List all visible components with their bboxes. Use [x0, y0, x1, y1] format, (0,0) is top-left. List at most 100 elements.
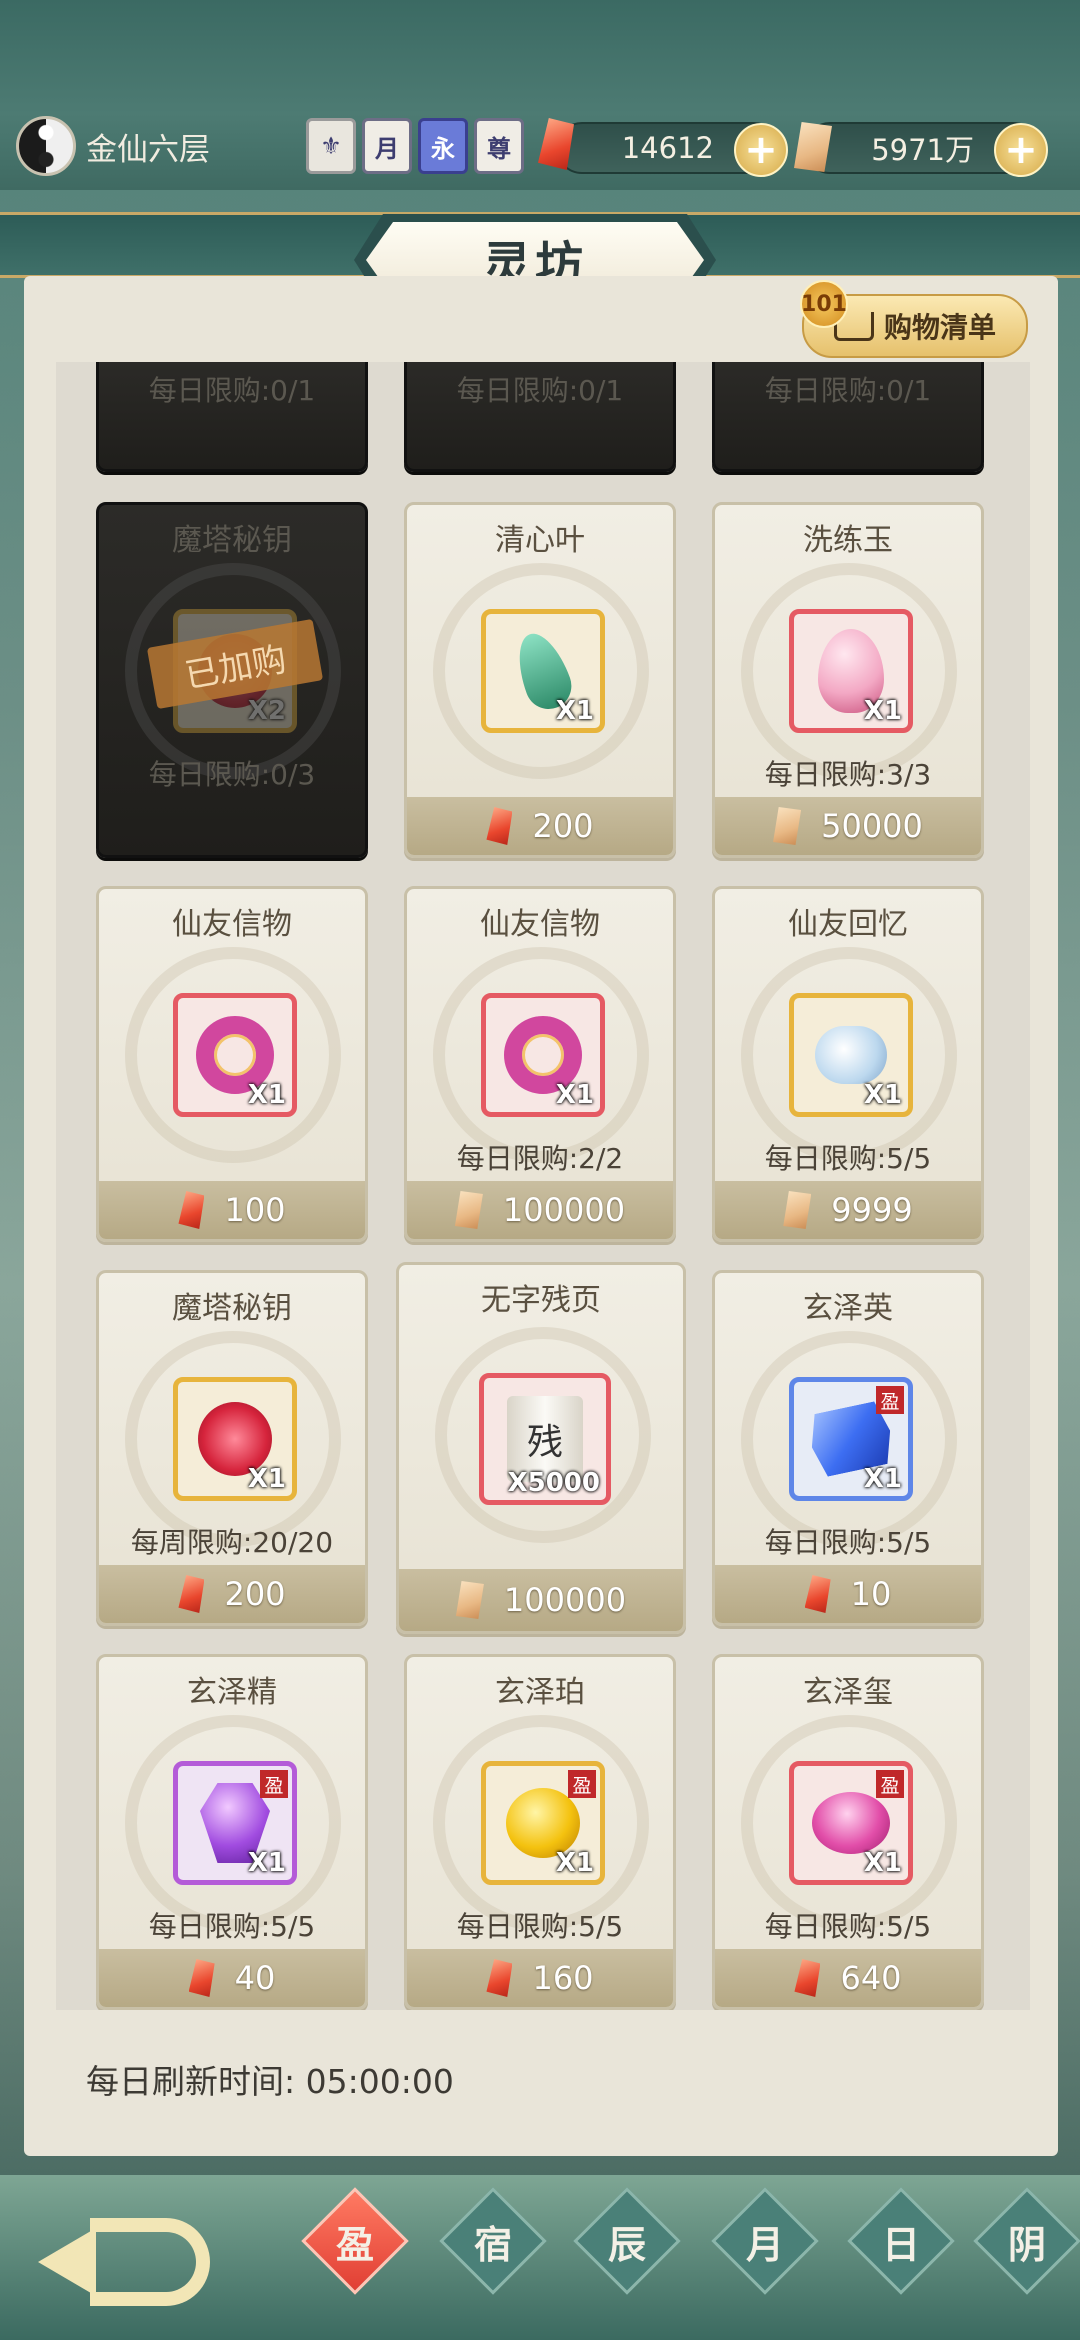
red-crystal-icon	[486, 807, 513, 845]
purchase-limit: 每日限购:0/1	[456, 374, 624, 407]
item-price: 100000	[503, 1581, 627, 1619]
title-badge-yue[interactable]: 月	[362, 118, 412, 174]
item-grid[interactable]: 每日限购:0/1 每日限购:0/1 每日限购:0/1 魔塔秘钥 X2 已加购 每…	[56, 362, 1030, 2010]
shop-card[interactable]: 洗练玉 X1 每日限购:3/3 50000	[712, 502, 984, 858]
shop-card[interactable]: 玄泽珀 盈 X1 每日限购:5/5 160	[404, 1654, 676, 2010]
shop-card[interactable]: 玄泽精 盈 X1 每日限购:5/5 40	[96, 1654, 368, 2010]
purchase-limit: 每日限购:0/1	[764, 374, 932, 407]
item-icon: 盈 X1	[481, 1761, 605, 1885]
title-badge-yong[interactable]: 永	[418, 118, 468, 174]
item-name: 玄泽珀	[495, 1675, 585, 1710]
purchase-limit: 每日限购:2/2	[456, 1142, 624, 1175]
item-quantity: X1	[863, 696, 902, 726]
item-price: 200	[532, 807, 594, 845]
item-name: 无字残页	[481, 1283, 601, 1318]
yin-yang-icon	[16, 116, 76, 176]
ying-tag: 盈	[876, 1386, 904, 1414]
tab-label: 辰	[607, 2221, 646, 2267]
price-bar[interactable]: 100	[99, 1181, 365, 1239]
price-bar[interactable]: 640	[715, 1949, 981, 2007]
item-icon: 盈 X1	[173, 1761, 297, 1885]
back-curve-icon	[90, 2218, 210, 2306]
shop-card-selected[interactable]: 无字残页 残 X5000 100000	[396, 1262, 686, 1634]
tab-chen[interactable]: 辰	[573, 2187, 681, 2295]
tab-ri[interactable]: 日	[847, 2187, 955, 2295]
scroll-paper-icon	[455, 1581, 484, 1619]
item-name: 魔塔秘钥	[172, 1291, 292, 1326]
red-crystal-value: 14612	[621, 131, 714, 165]
add-paper-currency-button[interactable]: +	[994, 123, 1048, 177]
item-icon: 盈 X1	[789, 1761, 913, 1885]
scroll-paper-icon	[773, 807, 802, 845]
item-quantity: X1	[555, 1848, 594, 1878]
purchase-limit: 每日限购:3/3	[764, 758, 932, 791]
price-bar[interactable]: 160	[407, 1949, 673, 2007]
back-button[interactable]	[38, 2198, 238, 2322]
item-icon: X1	[789, 609, 913, 733]
scroll-paper-icon	[783, 1191, 812, 1229]
paper-currency-value: 5971万	[871, 133, 974, 167]
red-crystal-icon	[794, 1959, 821, 1997]
purchase-limit: 每日限购:0/3	[148, 758, 316, 791]
purchase-limit: 每日限购:5/5	[764, 1910, 932, 1943]
tab-yue[interactable]: 月	[711, 2187, 819, 2295]
price-bar[interactable]: 9999	[715, 1181, 981, 1239]
shop-card-partial[interactable]: 每日限购:0/1	[712, 362, 984, 472]
shop-card[interactable]: 清心叶 X1 200	[404, 502, 676, 858]
red-crystal-icon	[178, 1575, 205, 1613]
back-arrow-icon	[38, 2228, 96, 2296]
purchase-limit: 每日限购:5/5	[764, 1142, 932, 1175]
tab-label: 阴	[1007, 2221, 1046, 2267]
item-quantity: X1	[863, 1848, 902, 1878]
price-bar[interactable]: 50000	[715, 797, 981, 855]
price-bar[interactable]: 200	[99, 1565, 365, 1623]
pink-gem-icon	[812, 1792, 890, 1854]
item-icon: X1	[789, 993, 913, 1117]
item-quantity: X1	[247, 1464, 286, 1494]
shop-card[interactable]: 仙友信物 X1 每日限购:2/2 100000	[404, 886, 676, 1242]
item-name: 玄泽玺	[803, 1675, 893, 1710]
shop-card[interactable]: 仙友回忆 X1 每日限购:5/5 9999	[712, 886, 984, 1242]
item-price: 100000	[502, 1191, 626, 1229]
item-icon: X1	[173, 1377, 297, 1501]
item-quantity: X1	[555, 696, 594, 726]
price-bar[interactable]: 200	[407, 797, 673, 855]
tab-xiu[interactable]: 宿	[439, 2187, 547, 2295]
item-name: 玄泽英	[803, 1291, 893, 1326]
tab-ying[interactable]: 盈	[301, 2187, 409, 2295]
shop-card[interactable]: 魔塔秘钥 X1 每周限购:20/20 200	[96, 1270, 368, 1626]
cart-count-badge: 101	[800, 280, 848, 328]
item-quantity: X1	[555, 1080, 594, 1110]
shop-card[interactable]: 玄泽玺 盈 X1 每日限购:5/5 640	[712, 1654, 984, 2010]
memory-cloud-icon	[815, 1026, 887, 1084]
item-price: 50000	[821, 807, 923, 845]
item-quantity: X1	[247, 1080, 286, 1110]
item-icon: 残 X5000	[479, 1373, 611, 1505]
item-icon: X1	[481, 993, 605, 1117]
price-bar[interactable]: 10	[715, 1565, 981, 1623]
price-bar[interactable]: 100000	[407, 1181, 673, 1239]
item-price: 100	[224, 1191, 286, 1229]
price-bar[interactable]: 40	[99, 1949, 365, 2007]
item-icon: X1	[481, 609, 605, 733]
shop-card[interactable]: 玄泽英 盈 X1 每日限购:5/5 10	[712, 1270, 984, 1626]
shop-card[interactable]: 仙友信物 X1 100	[96, 886, 368, 1242]
shop-card-partial[interactable]: 每日限购:0/1	[404, 362, 676, 472]
title-badge-emblem[interactable]: ⚜	[306, 118, 356, 174]
item-quantity: X1	[863, 1080, 902, 1110]
purchase-limit: 每日限购:5/5	[148, 1910, 316, 1943]
item-icon: X1	[173, 993, 297, 1117]
tab-label: 日	[881, 2221, 920, 2267]
shop-card-partial[interactable]: 每日限购:0/1	[96, 362, 368, 472]
tab-yin[interactable]: 阴	[973, 2187, 1080, 2295]
tab-label: 盈	[335, 2221, 374, 2267]
purchase-limit: 每日限购:5/5	[456, 1910, 624, 1943]
item-name: 洗练玉	[803, 523, 893, 558]
shop-card-sold[interactable]: 魔塔秘钥 X2 已加购 每日限购:0/3	[96, 502, 368, 858]
price-bar[interactable]: 100000	[399, 1569, 683, 1631]
item-name: 仙友信物	[172, 907, 292, 942]
add-red-crystal-button[interactable]: +	[734, 123, 788, 177]
title-badge-zun[interactable]: 尊	[474, 118, 524, 174]
realm-display[interactable]: 金仙六层	[16, 116, 210, 176]
item-quantity: X1	[247, 1848, 286, 1878]
